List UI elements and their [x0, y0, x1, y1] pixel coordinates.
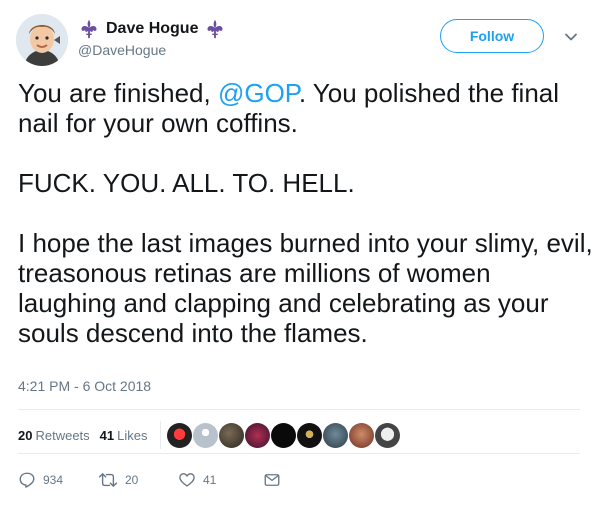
retweet-count: 20	[125, 473, 139, 487]
tweet-header: Dave Hogue @DaveHogue Follow	[16, 14, 596, 66]
reply-icon	[19, 472, 35, 488]
tweet-stats: 20 Retweets 41 Likes	[18, 420, 588, 450]
like-button[interactable]: 41	[178, 471, 263, 489]
follow-button[interactable]: Follow	[440, 19, 544, 53]
display-name-link[interactable]: Dave Hogue	[78, 18, 226, 40]
retweet-icon	[98, 473, 118, 487]
display-name: Dave Hogue	[106, 20, 199, 37]
liker-avatar[interactable]	[244, 422, 270, 448]
tweet-paragraph: You are finished, @GOP. You polished the…	[18, 78, 593, 138]
retweets-count: 20	[18, 427, 33, 443]
tweet-paragraph: FUCK. YOU. ALL. TO. HELL.	[18, 168, 355, 198]
user-handle[interactable]: @DaveHogue	[78, 42, 226, 58]
divider	[18, 409, 580, 410]
reply-count: 934	[43, 473, 64, 487]
tweet-card: Dave Hogue @DaveHogue Follow You are fin…	[0, 0, 610, 520]
retweets-stat[interactable]: 20 Retweets	[18, 428, 90, 443]
likes-count: 41	[99, 427, 115, 443]
likes-stat[interactable]: 41 Likes	[100, 428, 148, 443]
envelope-icon	[264, 474, 280, 486]
liker-avatar[interactable]	[166, 422, 192, 448]
heart-icon	[179, 473, 195, 487]
tweet-timestamp[interactable]: 4:21 PM - 6 Oct 2018	[18, 378, 151, 394]
like-count: 41	[203, 473, 217, 487]
direct-message-button[interactable]	[263, 471, 281, 489]
liker-avatar[interactable]	[218, 422, 244, 448]
liker-avatar[interactable]	[374, 422, 400, 448]
likes-label: Likes	[117, 427, 148, 443]
reply-button[interactable]: 934	[18, 471, 98, 489]
retweets-label: Retweets	[35, 427, 90, 443]
mention-link[interactable]: @GOP	[218, 78, 299, 108]
liker-avatar[interactable]	[296, 422, 322, 448]
liker-avatar[interactable]	[192, 422, 218, 448]
tweet-paragraph: I hope the last images burned into your …	[18, 228, 593, 348]
fleur-de-lis-icon	[207, 19, 223, 39]
tweet-text: You are finished, @GOP. You polished the…	[18, 78, 593, 348]
avatar-image	[16, 14, 68, 66]
liker-avatar[interactable]	[322, 422, 348, 448]
avatar[interactable]	[16, 14, 68, 66]
user-info: Dave Hogue @DaveHogue	[78, 18, 226, 62]
divider	[18, 453, 580, 454]
likers-avatars	[166, 422, 400, 448]
divider	[159, 421, 161, 449]
chevron-down-icon[interactable]	[562, 28, 580, 46]
tweet-text-segment: You are finished,	[18, 78, 218, 108]
fleur-de-lis-icon	[81, 19, 97, 39]
liker-avatar[interactable]	[348, 422, 374, 448]
retweet-button[interactable]: 20	[98, 471, 178, 489]
tweet-actions: 934 20 41	[18, 468, 281, 492]
liker-avatar[interactable]	[270, 422, 296, 448]
